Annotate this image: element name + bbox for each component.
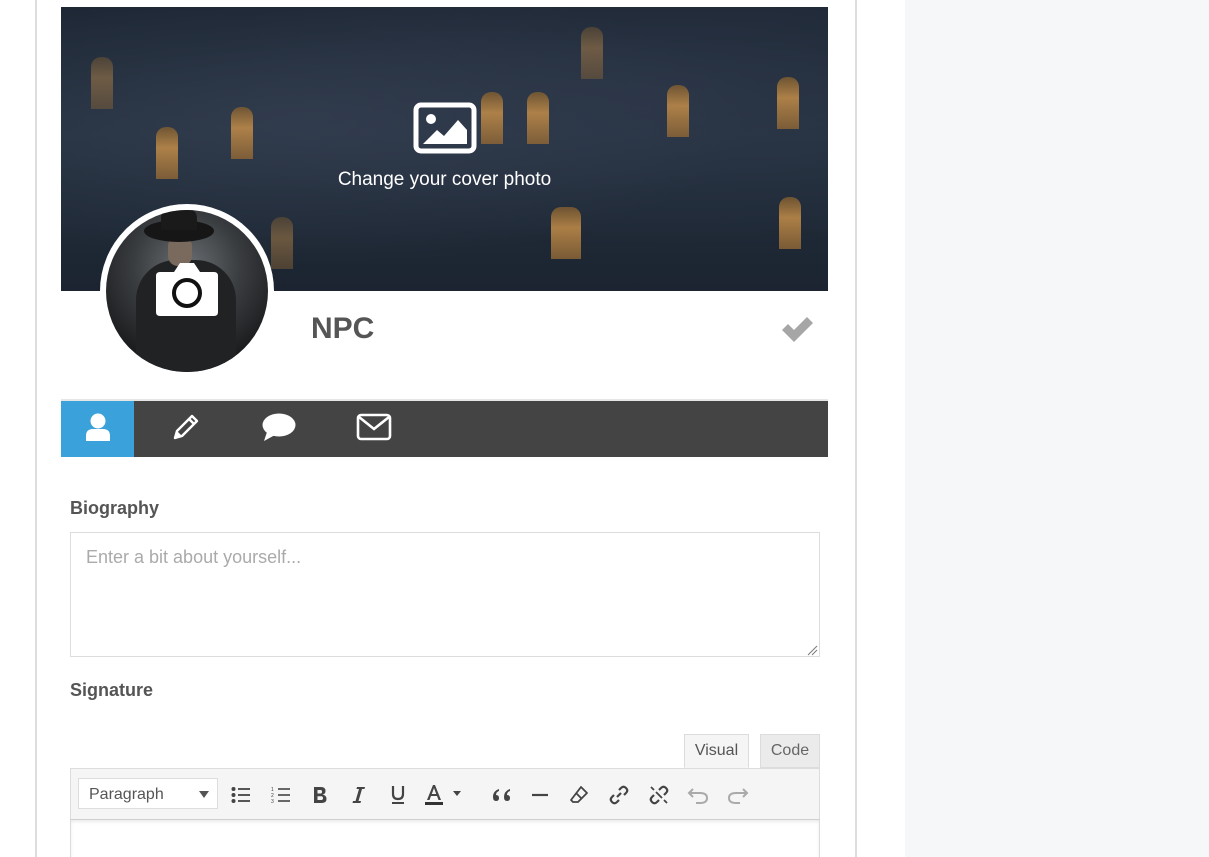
tab-messages[interactable] xyxy=(337,401,410,457)
tab-posts[interactable] xyxy=(149,401,222,457)
chevron-down-icon xyxy=(199,791,209,798)
speech-bubble-icon xyxy=(261,412,297,447)
image-icon xyxy=(413,102,477,154)
tab-visual[interactable]: Visual xyxy=(684,734,749,768)
envelope-icon xyxy=(356,413,392,446)
signature-label: Signature xyxy=(70,680,154,700)
avatar[interactable] xyxy=(100,204,274,378)
svg-text:3: 3 xyxy=(271,799,274,804)
cover-window xyxy=(271,217,293,269)
format-select-value: Paragraph xyxy=(89,786,164,803)
blockquote-icon[interactable] xyxy=(488,782,514,808)
text-color-icon[interactable] xyxy=(424,782,464,808)
cover-overlay[interactable]: Change your cover photo xyxy=(61,102,828,191)
link-icon[interactable] xyxy=(606,782,632,808)
profile-tabs xyxy=(61,399,828,457)
pencil-icon xyxy=(171,412,201,447)
redo-icon[interactable] xyxy=(725,782,751,808)
underline-icon[interactable] xyxy=(385,782,411,808)
clear-formatting-icon[interactable] xyxy=(566,782,592,808)
tab-comments[interactable] xyxy=(242,401,315,457)
camera-icon[interactable] xyxy=(154,258,220,318)
change-cover-label[interactable]: Change your cover photo xyxy=(61,169,828,191)
tab-profile[interactable] xyxy=(61,401,134,457)
bold-icon[interactable] xyxy=(307,782,333,808)
format-select[interactable]: Paragraph xyxy=(78,778,218,809)
sidebar-panel xyxy=(905,0,1209,857)
checkmark-icon[interactable] xyxy=(779,314,815,346)
cover-window xyxy=(551,207,581,259)
italic-icon[interactable] xyxy=(346,782,372,808)
biography-input[interactable] xyxy=(70,532,820,657)
profile-page: Change your cover photo NPC Biography En… xyxy=(0,0,1209,857)
biography-label: Biography xyxy=(70,498,160,518)
editor-toolbar: Paragraph 1 2 3 xyxy=(70,768,820,820)
cover-window xyxy=(581,27,603,79)
cover-window xyxy=(779,197,801,249)
bulleted-list-icon[interactable] xyxy=(228,782,254,808)
profile-name: NPC xyxy=(311,312,375,345)
tab-code[interactable]: Code xyxy=(760,734,820,768)
unlink-icon[interactable] xyxy=(646,782,672,808)
numbered-list-icon[interactable]: 1 2 3 xyxy=(268,782,294,808)
horizontal-rule-icon[interactable] xyxy=(527,782,553,808)
undo-icon[interactable] xyxy=(685,782,711,808)
signature-editor[interactable] xyxy=(70,819,820,857)
resize-handle-icon[interactable] xyxy=(806,643,818,656)
user-icon xyxy=(85,412,111,447)
